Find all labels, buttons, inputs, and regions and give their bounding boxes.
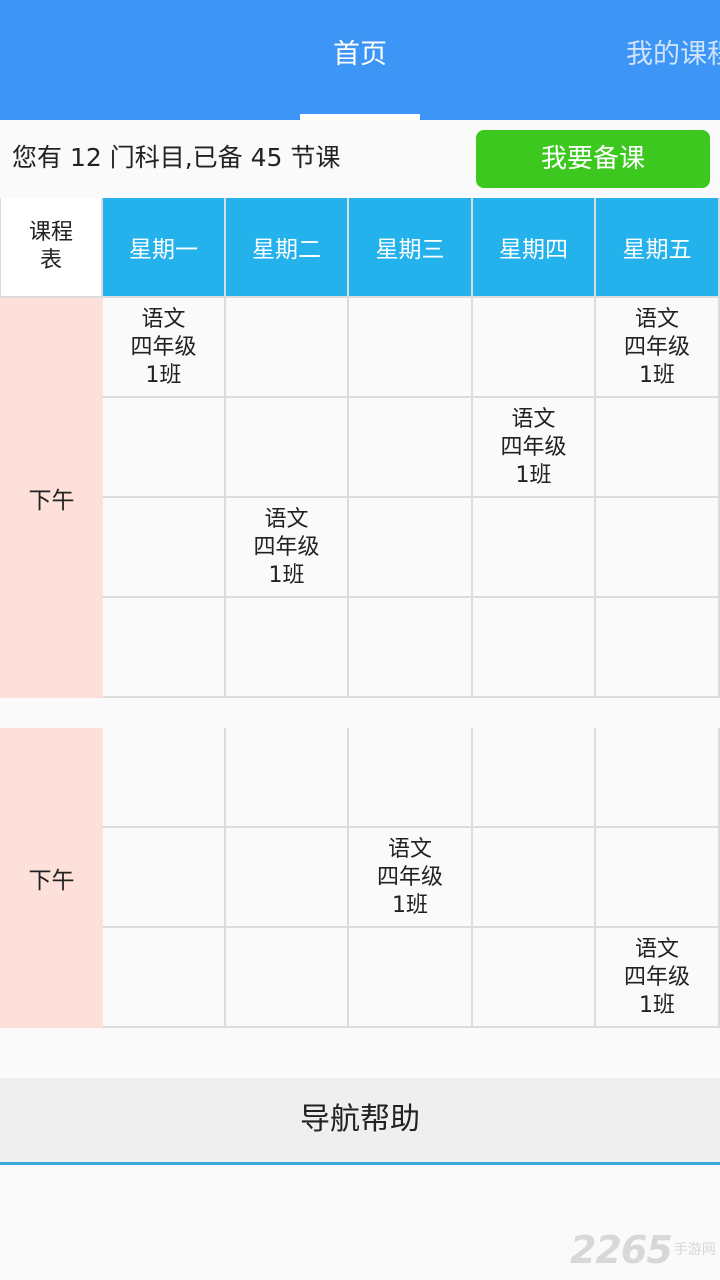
timetable-slot[interactable] (103, 598, 226, 698)
timetable-slot[interactable] (226, 298, 349, 398)
timetable-slot[interactable] (596, 398, 720, 498)
timetable-slot[interactable] (103, 398, 226, 498)
course-subject: 语文 (387, 837, 432, 862)
timetable-slot[interactable] (349, 928, 473, 1028)
course-entry[interactable]: 语文四年级 1班 (130, 298, 196, 390)
course-entry[interactable]: 语文四年级 1班 (253, 498, 319, 590)
timetable-slot[interactable] (473, 298, 596, 398)
prep-lesson-button[interactable]: 我要备课 (476, 130, 710, 188)
timetable-slot[interactable]: 语文四年级 1班 (226, 498, 349, 598)
timetable-slot[interactable] (226, 598, 349, 698)
day-header: 星期一 (103, 198, 226, 298)
top-app-bar: 首页 我的课程 (0, 0, 720, 120)
corner-label-text: 课程 表 (28, 220, 73, 273)
day-header: 星期二 (226, 198, 349, 298)
course-subject: 语文 (511, 407, 556, 432)
tab-my-courses[interactable]: 我的课程 (600, 30, 720, 80)
timetable-slot[interactable]: 语文四年级 1班 (103, 298, 226, 398)
timetable-slot[interactable] (349, 298, 473, 398)
timetable-slot[interactable] (596, 498, 720, 598)
timetable-slot[interactable] (349, 598, 473, 698)
course-class: 1班 (515, 463, 552, 488)
summary-row: 您有 12 门科目,已备 45 节课 我要备课 (0, 120, 720, 198)
timetable-slot[interactable] (103, 498, 226, 598)
course-grade: 四年级 (623, 335, 690, 360)
timetable-slot[interactable] (103, 928, 226, 1028)
timetable-slot[interactable] (473, 728, 596, 828)
timetable-slot[interactable] (226, 398, 349, 498)
timetable-slot[interactable] (473, 598, 596, 698)
course-class: 1班 (638, 363, 675, 388)
watermark-brand: 2265 (570, 1228, 673, 1272)
course-grade: 四年级 (500, 435, 567, 460)
timetable-slot[interactable] (596, 728, 720, 828)
timetable-slot[interactable] (596, 598, 720, 698)
timetable-slot[interactable] (226, 728, 349, 828)
course-grade: 四年级 (253, 535, 320, 560)
timetable-slot[interactable] (349, 398, 473, 498)
timetable-slot[interactable] (349, 498, 473, 598)
course-grade: 四年级 (623, 965, 690, 990)
timetable-slot[interactable] (103, 728, 226, 828)
timetable-slot[interactable] (473, 928, 596, 1028)
timetable-slot[interactable] (226, 928, 349, 1028)
course-entry[interactable]: 语文四年级 1班 (624, 298, 690, 390)
timetable-slot[interactable] (596, 828, 720, 928)
day-header: 星期五 (596, 198, 720, 298)
course-class: 1班 (145, 363, 182, 388)
timetable-slot[interactable]: 语文四年级 1班 (473, 398, 596, 498)
timetable-slot[interactable]: 语文四年级 1班 (596, 298, 720, 398)
nav-help-button[interactable]: 导航帮助 (0, 1078, 720, 1162)
timetable-slot[interactable] (349, 728, 473, 828)
timetable-slot[interactable]: 语文四年级 1班 (596, 928, 720, 1028)
period-label: 下午 (0, 728, 103, 1028)
watermark-logo: 2265 手游网 (570, 1226, 720, 1274)
timetable-corner-label: 课程 表 (0, 198, 103, 298)
block-divider (0, 698, 720, 728)
course-entry[interactable]: 语文四年级 1班 (500, 398, 566, 490)
timetable-slot[interactable] (473, 498, 596, 598)
course-subject: 语文 (264, 507, 309, 532)
period-label: 下午 (0, 298, 103, 698)
nav-help-underline (0, 1162, 720, 1165)
summary-text: 您有 12 门科目,已备 45 节课 (12, 143, 341, 172)
course-subject: 语文 (634, 937, 679, 962)
course-subject: 语文 (141, 307, 186, 332)
course-subject: 语文 (634, 307, 679, 332)
course-class: 1班 (391, 893, 428, 918)
course-class: 1班 (638, 993, 675, 1018)
tab-home[interactable]: 首页 (300, 30, 420, 80)
timetable-slot[interactable] (103, 828, 226, 928)
day-header: 星期三 (349, 198, 473, 298)
day-header: 星期四 (473, 198, 596, 298)
course-entry[interactable]: 语文四年级 1班 (624, 928, 690, 1020)
timetable-slot[interactable] (473, 828, 596, 928)
watermark-sub: 手游网 (673, 1242, 716, 1258)
course-grade: 四年级 (376, 865, 443, 890)
timetable-slot[interactable] (226, 828, 349, 928)
course-entry[interactable]: 语文四年级 1班 (377, 828, 443, 920)
course-grade: 四年级 (130, 335, 197, 360)
course-class: 1班 (268, 563, 305, 588)
timetable-slot[interactable]: 语文四年级 1班 (349, 828, 473, 928)
